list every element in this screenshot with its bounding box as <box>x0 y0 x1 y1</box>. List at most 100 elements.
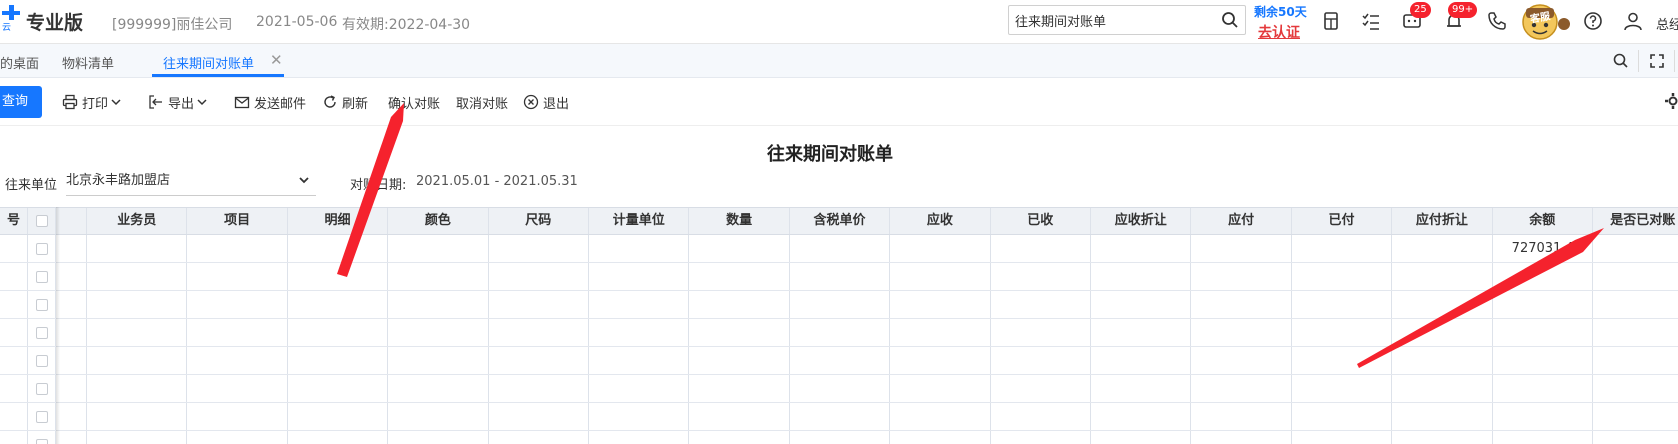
table-row[interactable] <box>0 403 1678 431</box>
exit-label: 退出 <box>543 96 570 112</box>
confirm-reconcile-button[interactable]: 确认对账 <box>388 92 440 112</box>
column-header[interactable]: 应收 <box>890 208 991 234</box>
table-cell <box>489 291 589 318</box>
table-cell <box>689 347 790 374</box>
fullscreen-icon[interactable] <box>1648 52 1666 70</box>
cancel-reconcile-button[interactable]: 取消对账 <box>456 92 508 112</box>
brand-title: 专业版 <box>26 12 84 34</box>
refresh-button[interactable]: 刷新 <box>322 92 368 112</box>
table-cell <box>1191 263 1292 290</box>
table-cell <box>288 347 389 374</box>
tab-period-statement[interactable]: 往来期间对账单 <box>163 53 254 72</box>
task-list-icon[interactable] <box>1360 10 1382 32</box>
table-cell <box>790 347 891 374</box>
phone-icon[interactable] <box>1486 10 1508 32</box>
search-input[interactable] <box>1015 9 1215 31</box>
table-cell <box>790 375 891 402</box>
exit-button[interactable]: 退出 <box>523 92 569 112</box>
send-mail-label: 发送邮件 <box>254 96 307 112</box>
logo-subtext: 云 <box>2 23 12 33</box>
table-row[interactable] <box>0 347 1678 375</box>
column-header[interactable]: 业务员 <box>87 208 188 234</box>
column-header[interactable]: 是否已对账 <box>1593 208 1678 234</box>
table-row[interactable] <box>0 431 1678 444</box>
column-header[interactable]: 项目 <box>187 208 288 234</box>
user-icon[interactable] <box>1622 10 1644 32</box>
tab-desktop[interactable]: 的桌面 <box>0 53 39 72</box>
help-icon[interactable] <box>1582 10 1604 32</box>
table-row[interactable] <box>0 263 1678 291</box>
export-button[interactable]: 导出 <box>148 92 212 112</box>
tab-search-icon[interactable] <box>1612 52 1630 70</box>
table-cell <box>489 375 589 402</box>
column-header[interactable]: 尺码 <box>489 208 589 234</box>
table-cell <box>489 347 589 374</box>
export-label: 导出 <box>168 96 195 112</box>
row-seq-cell <box>0 263 28 290</box>
remaining-days: 剩余50天 <box>1254 5 1307 19</box>
query-button[interactable]: 查询 <box>0 86 42 118</box>
table-cell <box>187 375 288 402</box>
column-header[interactable]: 数量 <box>689 208 790 234</box>
table-cell <box>1091 347 1192 374</box>
table-row[interactable] <box>0 375 1678 403</box>
table-cell <box>187 235 288 262</box>
row-select-cell <box>28 347 56 374</box>
row-select-cell <box>28 235 56 262</box>
column-header[interactable]: 已收 <box>991 208 1091 234</box>
table-cell <box>87 375 188 402</box>
column-header[interactable]: 颜色 <box>388 208 489 234</box>
row-checkbox[interactable] <box>36 355 48 367</box>
table-cell <box>489 431 589 444</box>
row-select-cell <box>28 403 56 430</box>
search-icon[interactable] <box>1221 11 1239 29</box>
table-row[interactable] <box>0 319 1678 347</box>
row-checkbox[interactable] <box>36 411 48 423</box>
table-cell <box>1191 291 1292 318</box>
row-checkbox[interactable] <box>36 271 48 283</box>
row-checkbox[interactable] <box>36 383 48 395</box>
row-checkbox[interactable] <box>36 327 48 339</box>
column-header[interactable]: 余额 <box>1493 208 1593 234</box>
party-select[interactable]: 北京永丰路加盟店 <box>66 168 316 196</box>
table-header: 号 业务员 项目 明细 颜色 尺码 计量单位 数量 含税单价 应收 已收 应收折让 应付 已付 应付折让 余额… <box>0 207 1678 235</box>
table-cell <box>87 263 188 290</box>
column-header[interactable]: 含税单价 <box>790 208 891 234</box>
column-header[interactable]: 已付 <box>1292 208 1393 234</box>
table-cell <box>991 319 1091 346</box>
send-mail-button[interactable]: 发送邮件 <box>234 92 306 112</box>
table-cell <box>288 291 389 318</box>
column-header[interactable]: 应付 <box>1191 208 1292 234</box>
column-header[interactable]: 应付折让 <box>1392 208 1493 234</box>
settings-gear-icon[interactable] <box>1664 92 1678 110</box>
table-cell <box>1392 235 1493 262</box>
table-cell <box>589 403 690 430</box>
row-gap-cell <box>56 235 87 262</box>
column-header[interactable]: 明细 <box>288 208 389 234</box>
table-cell <box>1191 375 1292 402</box>
tab-bill-of-materials[interactable]: 物料清单 <box>62 53 114 72</box>
certify-link[interactable]: 去认证 <box>1258 22 1300 42</box>
column-header[interactable]: 应收折让 <box>1091 208 1192 234</box>
table-cell <box>388 375 489 402</box>
validity-date: 有效期:2022-04-30 <box>342 17 471 33</box>
table-row[interactable] <box>0 291 1678 319</box>
select-all-checkbox[interactable] <box>36 215 48 227</box>
report-title: 往来期间对账单 <box>767 144 893 165</box>
mail-icon <box>234 96 250 109</box>
chevron-down-icon <box>299 177 309 184</box>
row-checkbox[interactable] <box>36 439 48 444</box>
column-header[interactable]: 计量单位 <box>589 208 690 234</box>
user-name[interactable]: 总经 <box>1656 14 1678 33</box>
table-cell <box>689 403 790 430</box>
table-row[interactable]: 727031.40否 <box>0 235 1678 263</box>
calculator-icon[interactable] <box>1320 10 1342 32</box>
table-cell <box>790 403 891 430</box>
row-checkbox[interactable] <box>36 299 48 311</box>
table-cell <box>1493 431 1593 444</box>
row-checkbox[interactable] <box>36 243 48 255</box>
print-button[interactable]: 打印 <box>62 92 126 112</box>
table-cell <box>1191 403 1292 430</box>
table-cell <box>489 263 589 290</box>
tab-close-icon[interactable]: ✕ <box>270 51 283 69</box>
